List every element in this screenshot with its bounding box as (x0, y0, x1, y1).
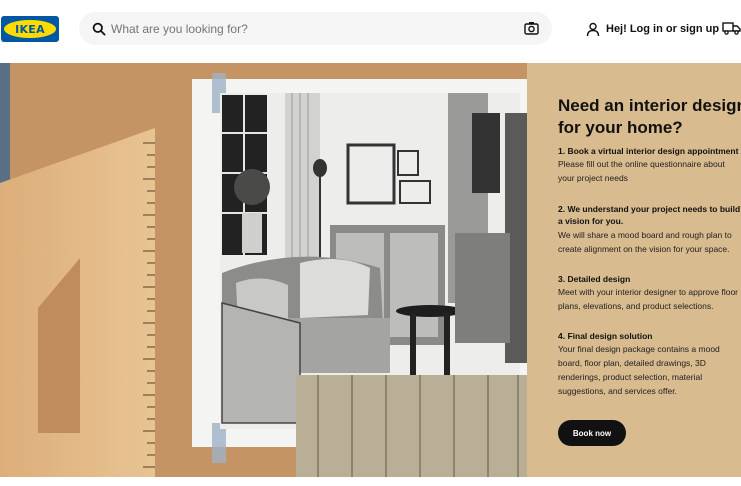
step-4-text-line3: renderings, product selection, material (558, 372, 703, 382)
step-2: 2. We understand your project needs to b… (558, 203, 741, 256)
step-3-text-line2: plans, elevations, and product selection… (558, 301, 714, 311)
ikea-logo[interactable]: IKEA (1, 16, 59, 42)
panel-title: Need an interior designer for your home? (558, 95, 741, 139)
hero-image (0, 63, 527, 477)
logo-text: IKEA (15, 22, 45, 36)
step-4-text-line2: board, floor plan, detailed drawings, 3D (558, 358, 706, 368)
step-4-title: 4. Final design solution (558, 331, 653, 341)
user-icon (586, 22, 600, 36)
step-2-text-line1: We will share a mood board and rough pla… (558, 230, 732, 240)
step-1: 1. Book a virtual interior design appoin… (558, 145, 741, 185)
step-3-title: 3. Detailed design (558, 274, 631, 284)
step-4-text-line4: suggestions, and services offer. (558, 386, 677, 396)
step-2-text-line2: create alignment on the vision for your … (558, 244, 730, 254)
panel-title-line1: Need an interior designer (558, 96, 741, 115)
search-icon[interactable] (92, 22, 106, 36)
login-link[interactable]: Hej! Log in or sign up (586, 19, 719, 39)
login-label: Hej! Log in or sign up (606, 23, 720, 35)
step-4: 4. Final design solution Your final desi… (558, 330, 741, 398)
logo-oval: IKEA (4, 20, 56, 38)
interior-design-sketch-image (0, 63, 527, 477)
site-header: IKEA Hej! Log in or sign up (0, 0, 741, 58)
step-1-text-line1: Please fill out the online questionnaire… (558, 159, 725, 169)
book-now-button[interactable]: Book now (558, 420, 626, 446)
step-2-title-line1: 2. We understand your project needs to b… (558, 204, 741, 214)
step-1-title: 1. Book a virtual interior design appoin… (558, 146, 739, 156)
step-2-title-line2: a vision for you. (558, 216, 624, 226)
camera-icon[interactable] (524, 21, 539, 35)
truck-icon[interactable] (722, 21, 741, 35)
panel-title-line2: for your home? (558, 118, 683, 137)
step-4-text-line1: Your final design package contains a moo… (558, 344, 720, 354)
search-input[interactable] (111, 12, 511, 45)
step-3: 3. Detailed design Meet with your interi… (558, 273, 741, 313)
step-3-text-line1: Meet with your interior designer to appr… (558, 287, 739, 297)
search-bar[interactable] (79, 12, 552, 45)
design-service-panel: Need an interior designer for your home?… (527, 63, 741, 477)
step-1-text-line2: your project needs (558, 173, 628, 183)
